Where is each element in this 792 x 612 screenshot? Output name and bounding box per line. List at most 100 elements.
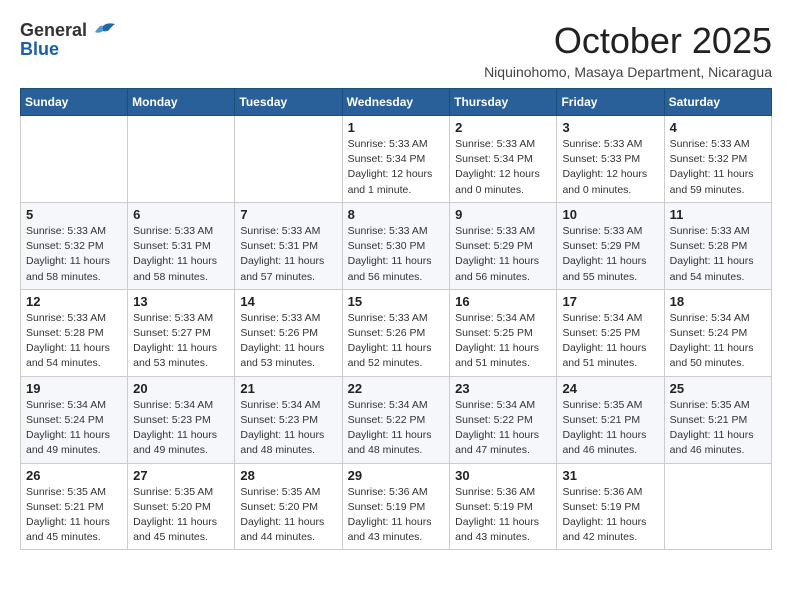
calendar-cell: 27 Sunrise: 5:35 AM Sunset: 5:20 PM Dayli… [128,463,235,550]
day-number: 21 [240,381,336,396]
day-info: Sunrise: 5:33 AM Sunset: 5:27 PM Dayligh… [133,311,229,372]
calendar-cell: 22 Sunrise: 5:34 AM Sunset: 5:22 PM Dayli… [342,376,450,463]
calendar-cell: 16 Sunrise: 5:34 AM Sunset: 5:25 PM Dayli… [450,289,557,376]
calendar-cell: 12 Sunrise: 5:33 AM Sunset: 5:28 PM Dayli… [21,289,128,376]
day-info: Sunrise: 5:36 AM Sunset: 5:19 PM Dayligh… [455,485,551,546]
day-info: Sunrise: 5:35 AM Sunset: 5:21 PM Dayligh… [562,398,658,459]
day-number: 26 [26,468,122,483]
location: Niquinohomo, Masaya Department, Nicaragu… [484,64,772,80]
calendar-cell: 28Sunrise: 5:35 AM Sunset: 5:20 PM Dayli… [235,463,342,550]
day-info: Sunrise: 5:34 AM Sunset: 5:23 PM Dayligh… [133,398,229,459]
day-info: Sunrise: 5:33 AM Sunset: 5:29 PM Dayligh… [562,224,658,285]
day-number: 18 [670,294,766,309]
day-number: 5 [26,207,122,222]
day-info: Sunrise: 5:34 AM Sunset: 5:24 PM Dayligh… [670,311,766,372]
calendar-week-row: 12 Sunrise: 5:33 AM Sunset: 5:28 PM Dayli… [21,289,772,376]
day-number: 20 [133,381,229,396]
calendar-cell: 10 Sunrise: 5:33 AM Sunset: 5:29 PM Dayli… [557,202,664,289]
calendar-cell: 13 Sunrise: 5:33 AM Sunset: 5:27 PM Dayli… [128,289,235,376]
day-info: Sunrise: 5:35 AM Sunset: 5:21 PM Dayligh… [26,485,122,546]
calendar-cell: 26 Sunrise: 5:35 AM Sunset: 5:21 PM Dayli… [21,463,128,550]
day-number: 30 [455,468,551,483]
calendar-cell: 30 Sunrise: 5:36 AM Sunset: 5:19 PM Dayli… [450,463,557,550]
day-info: Sunrise: 5:34 AM Sunset: 5:24 PM Dayligh… [26,398,122,459]
day-info: Sunrise: 5:33 AM Sunset: 5:26 PM Dayligh… [348,311,445,372]
calendar-cell: 19 Sunrise: 5:34 AM Sunset: 5:24 PM Dayli… [21,376,128,463]
day-number: 27 [133,468,229,483]
calendar-cell: 2Sunrise: 5:33 AM Sunset: 5:34 PM Daylig… [450,116,557,203]
calendar-week-row: 19 Sunrise: 5:34 AM Sunset: 5:24 PM Dayli… [21,376,772,463]
day-info: Sunrise: 5:34 AM Sunset: 5:22 PM Dayligh… [348,398,445,459]
day-info: Sunrise: 5:33 AM Sunset: 5:28 PM Dayligh… [670,224,766,285]
day-number: 28 [240,468,336,483]
day-number: 25 [670,381,766,396]
day-of-week-header: Tuesday [235,89,342,116]
logo-blue: Blue [20,39,59,60]
day-info: Sunrise: 5:33 AM Sunset: 5:33 PM Dayligh… [562,137,658,198]
day-number: 23 [455,381,551,396]
calendar-cell: 24Sunrise: 5:35 AM Sunset: 5:21 PM Dayli… [557,376,664,463]
day-of-week-header: Friday [557,89,664,116]
calendar-cell: 15 Sunrise: 5:33 AM Sunset: 5:26 PM Dayli… [342,289,450,376]
calendar-cell [128,116,235,203]
day-number: 1 [348,120,445,135]
day-number: 22 [348,381,445,396]
day-of-week-header: Wednesday [342,89,450,116]
day-number: 19 [26,381,122,396]
day-info: Sunrise: 5:33 AM Sunset: 5:26 PM Dayligh… [240,311,336,372]
logo-general: General [20,20,87,41]
calendar-cell: 7 Sunrise: 5:33 AM Sunset: 5:31 PM Daylig… [235,202,342,289]
day-of-week-header: Sunday [21,89,128,116]
calendar-cell [21,116,128,203]
day-number: 17 [562,294,658,309]
calendar-cell: 1 Sunrise: 5:33 AM Sunset: 5:34 PM Daylig… [342,116,450,203]
day-info: Sunrise: 5:34 AM Sunset: 5:25 PM Dayligh… [455,311,551,372]
calendar-table: SundayMondayTuesdayWednesdayThursdayFrid… [20,88,772,550]
calendar-cell: 21Sunrise: 5:34 AM Sunset: 5:23 PM Dayli… [235,376,342,463]
day-info: Sunrise: 5:33 AM Sunset: 5:28 PM Dayligh… [26,311,122,372]
calendar-cell: 17 Sunrise: 5:34 AM Sunset: 5:25 PM Dayli… [557,289,664,376]
day-info: Sunrise: 5:34 AM Sunset: 5:25 PM Dayligh… [562,311,658,372]
day-number: 4 [670,120,766,135]
calendar-cell [235,116,342,203]
day-number: 11 [670,207,766,222]
calendar-cell: 18 Sunrise: 5:34 AM Sunset: 5:24 PM Dayli… [664,289,771,376]
day-number: 15 [348,294,445,309]
day-info: Sunrise: 5:33 AM Sunset: 5:29 PM Dayligh… [455,224,551,285]
calendar-cell: 3 Sunrise: 5:33 AM Sunset: 5:33 PM Daylig… [557,116,664,203]
day-info: Sunrise: 5:33 AM Sunset: 5:34 PM Dayligh… [455,137,551,198]
month-title: October 2025 [484,20,772,62]
day-number: 13 [133,294,229,309]
calendar-cell: 23 Sunrise: 5:34 AM Sunset: 5:22 PM Dayli… [450,376,557,463]
day-info: Sunrise: 5:34 AM Sunset: 5:22 PM Dayligh… [455,398,551,459]
day-of-week-header: Monday [128,89,235,116]
calendar-cell: 8Sunrise: 5:33 AM Sunset: 5:30 PM Daylig… [342,202,450,289]
day-info: Sunrise: 5:36 AM Sunset: 5:19 PM Dayligh… [348,485,445,546]
day-number: 31 [562,468,658,483]
calendar-cell: 9 Sunrise: 5:33 AM Sunset: 5:29 PM Daylig… [450,202,557,289]
calendar-cell: 25Sunrise: 5:35 AM Sunset: 5:21 PM Dayli… [664,376,771,463]
day-info: Sunrise: 5:33 AM Sunset: 5:31 PM Dayligh… [133,224,229,285]
day-number: 8 [348,207,445,222]
calendar-cell: 4Sunrise: 5:33 AM Sunset: 5:32 PM Daylig… [664,116,771,203]
calendar-cell: 5 Sunrise: 5:33 AM Sunset: 5:32 PM Daylig… [21,202,128,289]
day-number: 7 [240,207,336,222]
day-number: 12 [26,294,122,309]
calendar-cell: 11 Sunrise: 5:33 AM Sunset: 5:28 PM Dayli… [664,202,771,289]
day-number: 9 [455,207,551,222]
day-info: Sunrise: 5:33 AM Sunset: 5:31 PM Dayligh… [240,224,336,285]
title-block: October 2025 Niquinohomo, Masaya Departm… [484,20,772,80]
day-info: Sunrise: 5:35 AM Sunset: 5:20 PM Dayligh… [133,485,229,546]
day-number: 3 [562,120,658,135]
day-number: 14 [240,294,336,309]
day-info: Sunrise: 5:33 AM Sunset: 5:32 PM Dayligh… [26,224,122,285]
day-number: 10 [562,207,658,222]
day-info: Sunrise: 5:33 AM Sunset: 5:34 PM Dayligh… [348,137,445,198]
calendar-week-row: 26 Sunrise: 5:35 AM Sunset: 5:21 PM Dayli… [21,463,772,550]
calendar-cell: 20 Sunrise: 5:34 AM Sunset: 5:23 PM Dayli… [128,376,235,463]
day-of-week-header: Saturday [664,89,771,116]
calendar-cell: 29Sunrise: 5:36 AM Sunset: 5:19 PM Dayli… [342,463,450,550]
day-of-week-header: Thursday [450,89,557,116]
calendar-week-row: 5 Sunrise: 5:33 AM Sunset: 5:32 PM Daylig… [21,202,772,289]
day-number: 16 [455,294,551,309]
